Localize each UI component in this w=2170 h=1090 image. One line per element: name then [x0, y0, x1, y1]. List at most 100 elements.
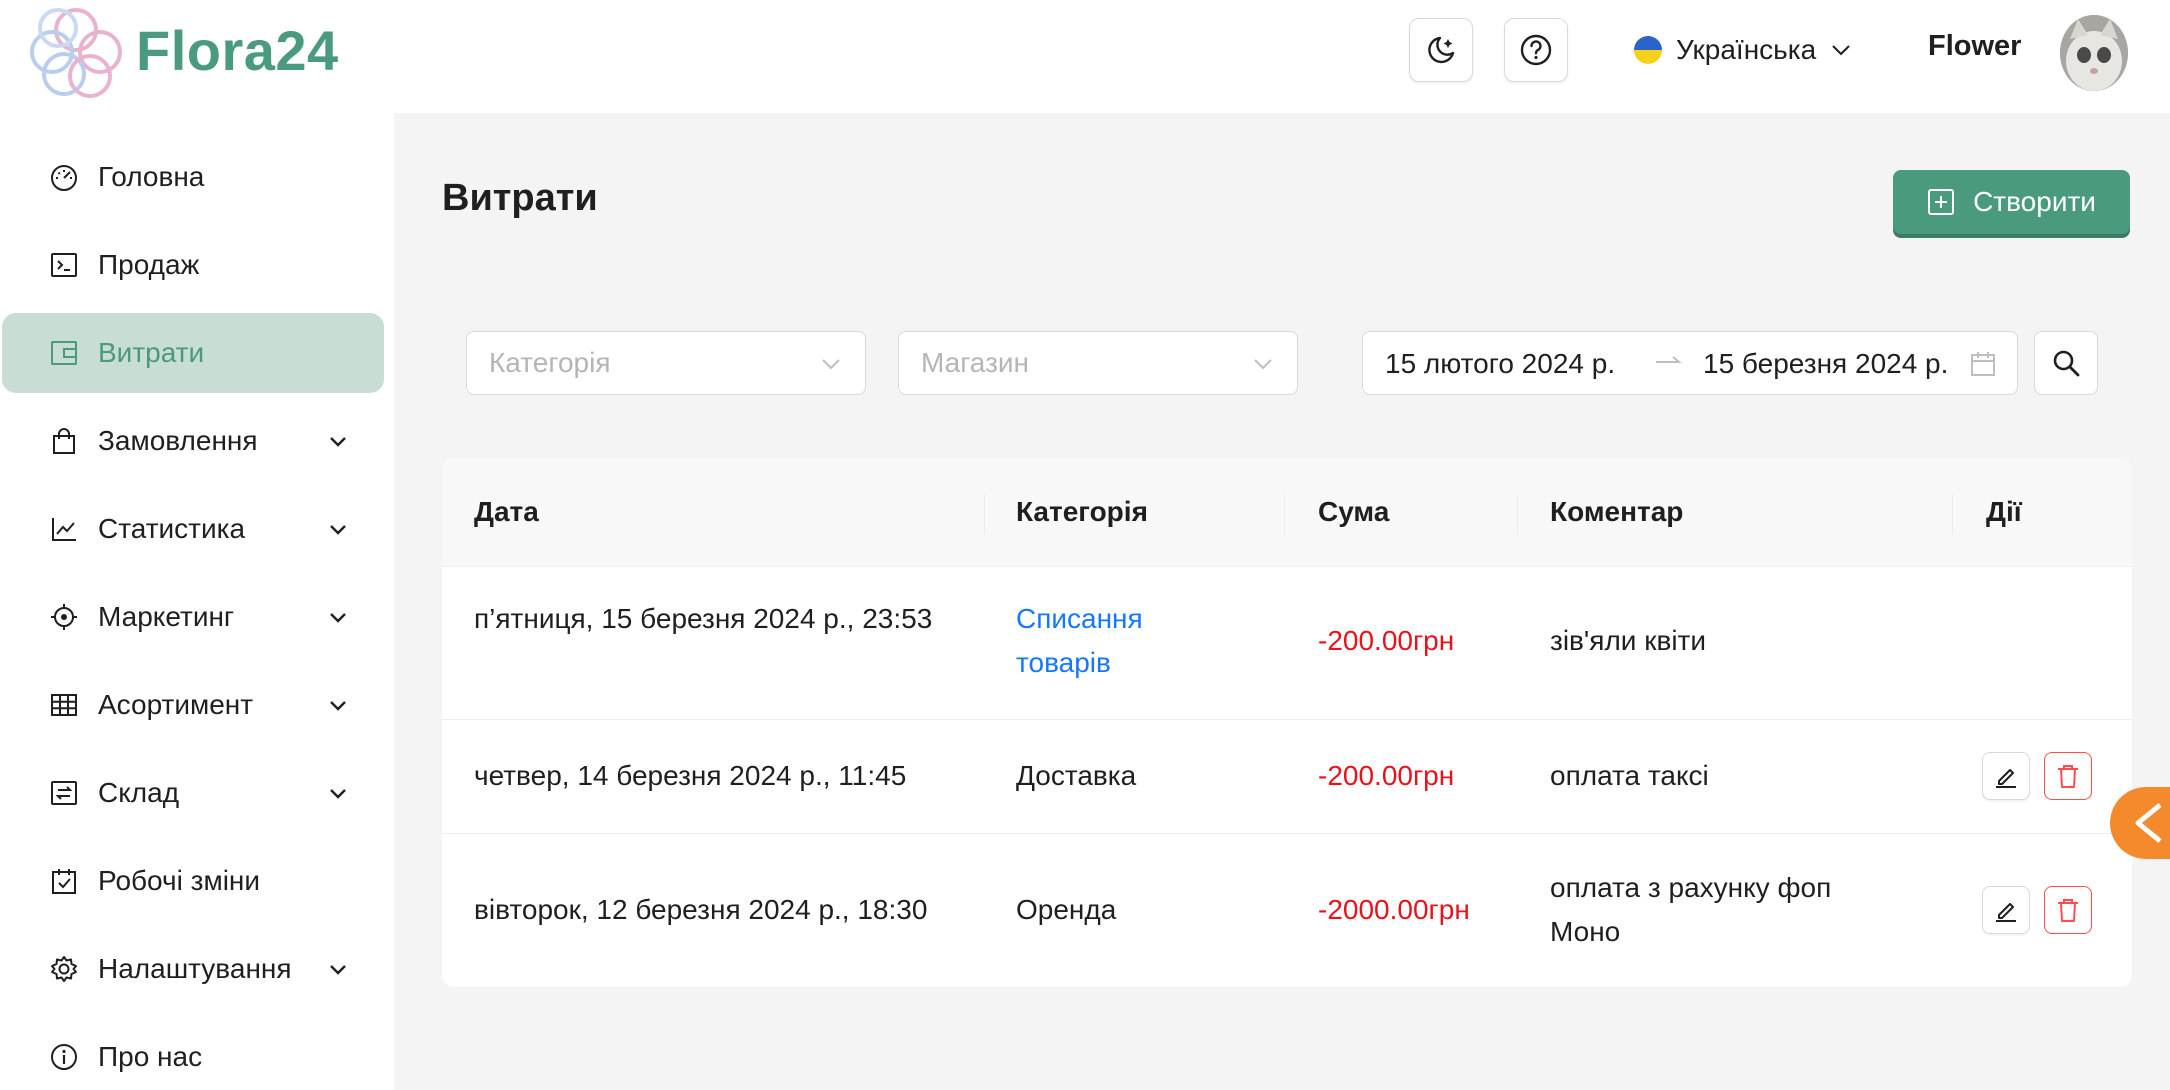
dashboard-icon — [48, 161, 80, 193]
expense-amount: -200.00грн — [1318, 625, 1455, 656]
sidebar-item-label: Робочі зміни — [98, 865, 261, 896]
top-header: Flora24 Українська Flower — [0, 0, 2170, 113]
create-button-label: Створити — [1973, 186, 2096, 217]
arrow-right-icon — [1653, 346, 1683, 383]
sidebar-item-orders[interactable]: Замовлення — [2, 401, 384, 481]
sidebar-item-label: Маркетинг — [98, 601, 235, 632]
sidebar-item-home[interactable]: Головна — [2, 137, 384, 217]
sidebar-item-label: Замовлення — [98, 425, 258, 456]
swap-icon — [48, 777, 80, 809]
page-title: Витрати — [442, 177, 598, 219]
search-button[interactable] — [2034, 331, 2098, 395]
category-select-placeholder: Категорія — [489, 347, 611, 378]
gear-icon — [48, 953, 80, 985]
help-button[interactable] — [1504, 18, 1568, 82]
flower-logo-icon — [30, 8, 122, 98]
expense-amount: -2000.00грн — [1318, 894, 1470, 925]
line-chart-icon — [48, 513, 80, 545]
edit-icon — [1996, 903, 2016, 922]
sidebar: Головна Продаж Витрати Замовлення Статис… — [0, 113, 394, 1090]
chevron-down-icon — [330, 525, 346, 535]
table-icon — [48, 689, 80, 721]
chevron-left-icon — [2135, 803, 2162, 843]
sidebar-item-warehouse[interactable]: Склад — [2, 753, 384, 833]
moon-star-icon — [1428, 36, 1455, 64]
expense-category: Доставка — [1016, 760, 1137, 791]
delete-icon — [2058, 899, 2078, 922]
cat-avatar-image — [2060, 15, 2128, 91]
language-label: Українська — [1676, 34, 1817, 65]
expense-category-link[interactable]: Списання товарів — [1016, 597, 1196, 685]
date-range-picker[interactable]: 15 лютого 2024 р. 15 березня 2024 р. — [1362, 331, 2018, 395]
sidebar-item-assortment[interactable]: Асортимент — [2, 665, 384, 745]
sidebar-item-sales[interactable]: Продаж — [2, 225, 384, 305]
column-header-amount[interactable]: Сума — [1318, 496, 1389, 528]
column-header-category[interactable]: Категорія — [1016, 496, 1148, 528]
language-selector[interactable]: Українська — [1634, 26, 1852, 74]
edit-icon — [1996, 769, 2016, 788]
expense-date: четвер, 14 березня 2024 р., 11:45 — [474, 760, 907, 791]
date-from-input[interactable]: 15 лютого 2024 р. — [1385, 348, 1615, 380]
chevron-down-icon — [330, 701, 346, 711]
sidebar-item-statistics[interactable]: Статистика — [2, 489, 384, 569]
expense-amount: -200.00грн — [1318, 760, 1455, 791]
sidebar-item-label: Продаж — [98, 249, 200, 280]
question-circle-icon — [1520, 34, 1552, 66]
create-button[interactable]: Створити — [1893, 170, 2130, 234]
main-content: Витрати Створити Категорія Магазин 15 лю… — [394, 113, 2170, 1090]
shop-select-placeholder: Магазин — [921, 347, 1030, 378]
ukraine-flag-icon — [1634, 36, 1662, 64]
sidebar-item-expenses[interactable]: Витрати — [2, 313, 384, 393]
search-icon — [2053, 350, 2080, 377]
column-divider — [1952, 494, 1953, 534]
expense-date: вівторок, 12 березня 2024 р., 18:30 — [474, 894, 928, 925]
table-row: четвер, 14 березня 2024 р., 11:45 Достав… — [442, 720, 2132, 834]
calendar-check-icon — [48, 865, 80, 897]
chevron-down-icon — [1832, 45, 1850, 56]
expense-category: Оренда — [1016, 894, 1117, 925]
date-to-input[interactable]: 15 березня 2024 р. — [1703, 348, 1948, 380]
table-header: Дата Категорія Сума Коментар Дії — [442, 458, 2132, 567]
sidebar-item-label: Асортимент — [98, 689, 254, 720]
shop-select[interactable]: Магазин — [898, 331, 1298, 395]
chevron-down-icon — [330, 613, 346, 623]
delete-button[interactable] — [2044, 752, 2092, 800]
edit-button[interactable] — [1982, 886, 2030, 934]
sidebar-item-label: Налаштування — [98, 953, 292, 984]
column-divider — [1517, 494, 1518, 534]
sidebar-item-shifts[interactable]: Робочі зміни — [2, 841, 384, 921]
chevron-down-icon — [330, 789, 346, 799]
expense-comment: оплата таксі — [1550, 760, 1709, 791]
expenses-table: Дата Категорія Сума Коментар Дії п’ятниц… — [442, 458, 2132, 987]
edit-button[interactable] — [1982, 752, 2030, 800]
plus-square-icon — [1928, 189, 1955, 215]
sidebar-item-label: Склад — [98, 777, 180, 808]
sidebar-item-label: Головна — [98, 161, 205, 192]
sidebar-item-about[interactable]: Про нас — [2, 1017, 384, 1090]
table-row: вівторок, 12 березня 2024 р., 18:30 Орен… — [442, 834, 2132, 987]
terminal-icon — [48, 249, 80, 281]
info-circle-icon — [48, 1041, 80, 1073]
chevron-down-icon — [822, 359, 840, 370]
user-name[interactable]: Flower — [1928, 30, 2021, 63]
wallet-icon — [48, 337, 80, 369]
avatar[interactable] — [2060, 15, 2128, 91]
category-select[interactable]: Категорія — [466, 331, 866, 395]
expense-comment: зів'яли квіти — [1550, 625, 1707, 656]
sidebar-item-label: Статистика — [98, 513, 246, 544]
app-logo[interactable]: Flora24 — [24, 0, 339, 100]
delete-button[interactable] — [2044, 886, 2092, 934]
sidebar-item-label: Про нас — [98, 1041, 203, 1072]
app-name: Flora24 — [136, 18, 339, 82]
delete-icon — [2058, 765, 2078, 788]
expense-comment: оплата з рахунку фоп Моно — [1550, 872, 1832, 947]
column-divider — [984, 494, 985, 534]
shopping-bag-icon — [48, 425, 80, 457]
sidebar-item-marketing[interactable]: Маркетинг — [2, 577, 384, 657]
sidebar-item-settings[interactable]: Налаштування — [2, 929, 384, 1009]
column-header-comment[interactable]: Коментар — [1550, 496, 1683, 528]
column-header-actions: Дії — [1986, 496, 2022, 527]
column-divider — [1284, 494, 1285, 534]
theme-toggle-button[interactable] — [1409, 18, 1473, 82]
column-header-date[interactable]: Дата — [474, 496, 539, 528]
